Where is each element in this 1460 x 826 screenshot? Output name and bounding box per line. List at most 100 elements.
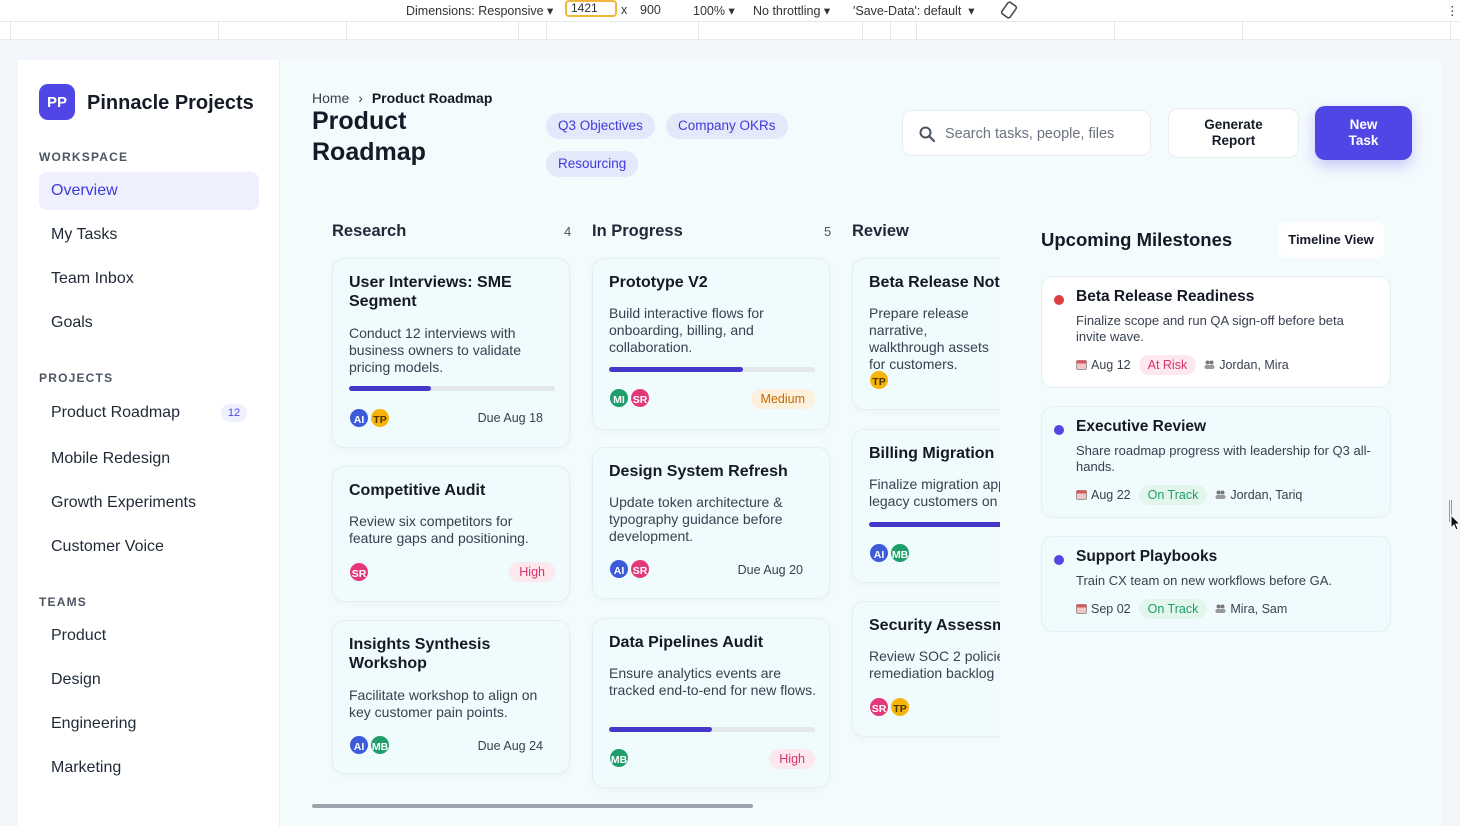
timeline-view-button[interactable]: Timeline View	[1278, 222, 1384, 258]
avatar[interactable]: TP	[889, 696, 911, 718]
board-scrollbar[interactable]	[312, 804, 753, 808]
task-card[interactable]: Insights Synthesis Workshop Facilitate w…	[332, 620, 570, 774]
save-data-label: 'Save-Data': default	[853, 4, 962, 18]
card-title: Data Pipelines Audit	[609, 634, 764, 651]
height-input[interactable]: 900	[640, 3, 661, 17]
card-title: Beta Release Notes	[869, 274, 1000, 291]
avatar[interactable]: SR	[629, 558, 651, 580]
task-card[interactable]: Data Pipelines Audit Ensure analytics ev…	[592, 618, 830, 788]
task-card[interactable]: Billing Migration Finalize migration app…	[852, 429, 1000, 583]
width-input[interactable]: 1421	[565, 0, 617, 17]
avatar[interactable]: MB	[608, 747, 630, 769]
new-task-button[interactable]: New Task	[1315, 106, 1412, 160]
sidebar-item-growth-experiments[interactable]: Growth Experiments	[39, 484, 259, 522]
breadcrumb-current: Product Roadmap	[371, 90, 493, 106]
due-date: Due Aug 18	[477, 411, 543, 425]
card-description: Ensure analytics events are tracked end-…	[609, 665, 816, 698]
chip-resourcing[interactable]: Resourcing	[546, 151, 639, 177]
progress-bar	[869, 522, 1000, 527]
progress-bar	[609, 727, 815, 732]
avatar[interactable]: AI	[608, 558, 630, 580]
avatar[interactable]: MB	[889, 542, 911, 564]
projects-section-title: PROJECTS	[39, 371, 114, 385]
sidebar-item-customer-voice[interactable]: Customer Voice	[39, 528, 259, 566]
milestone-meta: Aug 22 On Track Jordan, Tariq	[1076, 485, 1302, 505]
throttling-dropdown[interactable]: No throttling ▾	[753, 3, 830, 18]
avatar[interactable]: TP	[369, 407, 391, 429]
sidebar-item-overview[interactable]: Overview	[39, 172, 259, 210]
card-description: Conduct 12 interviews with business owne…	[349, 325, 521, 375]
card-description: Review SOC 2 policies and remediation ba…	[869, 648, 1000, 682]
avatar[interactable]: MB	[369, 734, 391, 756]
avatar[interactable]: SR	[348, 561, 370, 583]
progress-bar	[609, 367, 815, 372]
rotate-icon[interactable]	[1000, 1, 1018, 22]
task-card[interactable]: User Interviews: SME Segment Conduct 12 …	[332, 258, 570, 448]
generate-report-label: Generate Report	[1204, 117, 1263, 148]
chip-q3-objectives[interactable]: Q3 Objectives	[546, 113, 655, 139]
avatar[interactable]: AI	[348, 407, 370, 429]
sidebar-item-goals[interactable]: Goals	[39, 304, 259, 342]
avatar[interactable]: MI	[608, 387, 630, 409]
track-status-dot	[1054, 425, 1064, 435]
milestone-people-text: Mira, Sam	[1230, 602, 1288, 616]
breadcrumb: Home › Product Roadmap	[312, 90, 492, 106]
card-title: Security Assessment	[869, 617, 1000, 634]
milestone-date: Aug 12	[1076, 358, 1131, 372]
sidebar-item-label: Engineering	[51, 715, 137, 732]
sidebar-item-product[interactable]: Product	[39, 617, 259, 655]
sidebar-item-team-inbox[interactable]: Team Inbox	[39, 260, 259, 298]
card-title: Insights Synthesis Workshop	[349, 636, 491, 672]
avatar[interactable]: AI	[348, 734, 370, 756]
save-data-dropdown[interactable]: 'Save-Data': default ▾	[853, 3, 975, 18]
sidebar-item-label: Product	[51, 627, 107, 644]
milestone-meta: Sep 02 On Track Mira, Sam	[1076, 599, 1287, 619]
breadcrumb-home[interactable]: Home	[312, 90, 349, 106]
card-description: Build interactive flows for onboarding, …	[609, 305, 764, 355]
zoom-label: 100%	[693, 4, 725, 18]
people-icon	[1215, 490, 1226, 499]
more-options-icon[interactable]: ⋮	[1446, 3, 1459, 18]
task-card[interactable]: Beta Release Notes Prepare release narra…	[852, 258, 1000, 410]
sidebar-item-design[interactable]: Design	[39, 661, 259, 699]
page-title: Product Roadmap	[312, 107, 426, 166]
risk-status-dot	[1054, 295, 1064, 305]
avatar[interactable]: AI	[868, 542, 890, 564]
task-card[interactable]: Competitive Audit Review six competitors…	[332, 466, 570, 602]
task-card[interactable]: Security Assessment Review SOC 2 policie…	[852, 601, 1000, 737]
milestone-date-text: Sep 02	[1091, 602, 1131, 616]
calendar-icon	[1076, 360, 1087, 370]
generate-report-button[interactable]: Generate Report	[1168, 108, 1299, 158]
milestone-card[interactable]: Beta Release Readiness Finalize scope an…	[1041, 276, 1391, 388]
sidebar-item-label: Product Roadmap	[51, 404, 180, 421]
search-input[interactable]: Search tasks, people, files	[902, 110, 1151, 156]
milestone-description: Share roadmap progress with leadership f…	[1076, 443, 1371, 474]
dimensions-dropdown[interactable]: Dimensions: Responsive ▾	[406, 3, 553, 18]
sidebar-item-mobile-redesign[interactable]: Mobile Redesign	[39, 440, 259, 478]
avatar[interactable]: SR	[868, 696, 890, 718]
sidebar-item-label: Growth Experiments	[51, 494, 196, 511]
milestone-card[interactable]: Support Playbooks Train CX team on new w…	[1041, 536, 1391, 632]
calendar-icon	[1076, 604, 1087, 614]
people-icon	[1204, 360, 1215, 369]
milestone-card[interactable]: Executive Review Share roadmap progress …	[1041, 406, 1391, 518]
zoom-dropdown[interactable]: 100% ▾	[693, 3, 735, 18]
priority-badge: Medium	[750, 389, 815, 409]
chip-company-okrs[interactable]: Company OKRs	[666, 113, 788, 139]
avatar[interactable]: TP	[868, 369, 890, 391]
card-description: Finalize migration approach for legacy c…	[869, 476, 1000, 510]
avatar[interactable]: SR	[629, 387, 651, 409]
milestone-meta: Aug 12 At Risk Jordan, Mira	[1076, 355, 1289, 375]
sidebar-item-marketing[interactable]: Marketing	[39, 749, 259, 787]
sidebar-item-label: Goals	[51, 314, 93, 331]
task-card[interactable]: Design System Refresh Update token archi…	[592, 447, 830, 599]
column-count-research: 4	[564, 224, 572, 239]
devtools-toolbar: Dimensions: Responsive ▾ 1421 x 900 100%…	[0, 0, 1460, 22]
sidebar-item-engineering[interactable]: Engineering	[39, 705, 259, 743]
milestone-people-text: Jordan, Tariq	[1230, 488, 1303, 502]
card-description: Facilitate workshop to align on key cust…	[349, 687, 538, 720]
sidebar-item-my-tasks[interactable]: My Tasks	[39, 216, 259, 254]
sidebar-item-product-roadmap[interactable]: Product Roadmap 12	[39, 394, 259, 432]
progress-fill	[349, 386, 432, 391]
task-card[interactable]: Prototype V2 Build interactive flows for…	[592, 258, 830, 430]
